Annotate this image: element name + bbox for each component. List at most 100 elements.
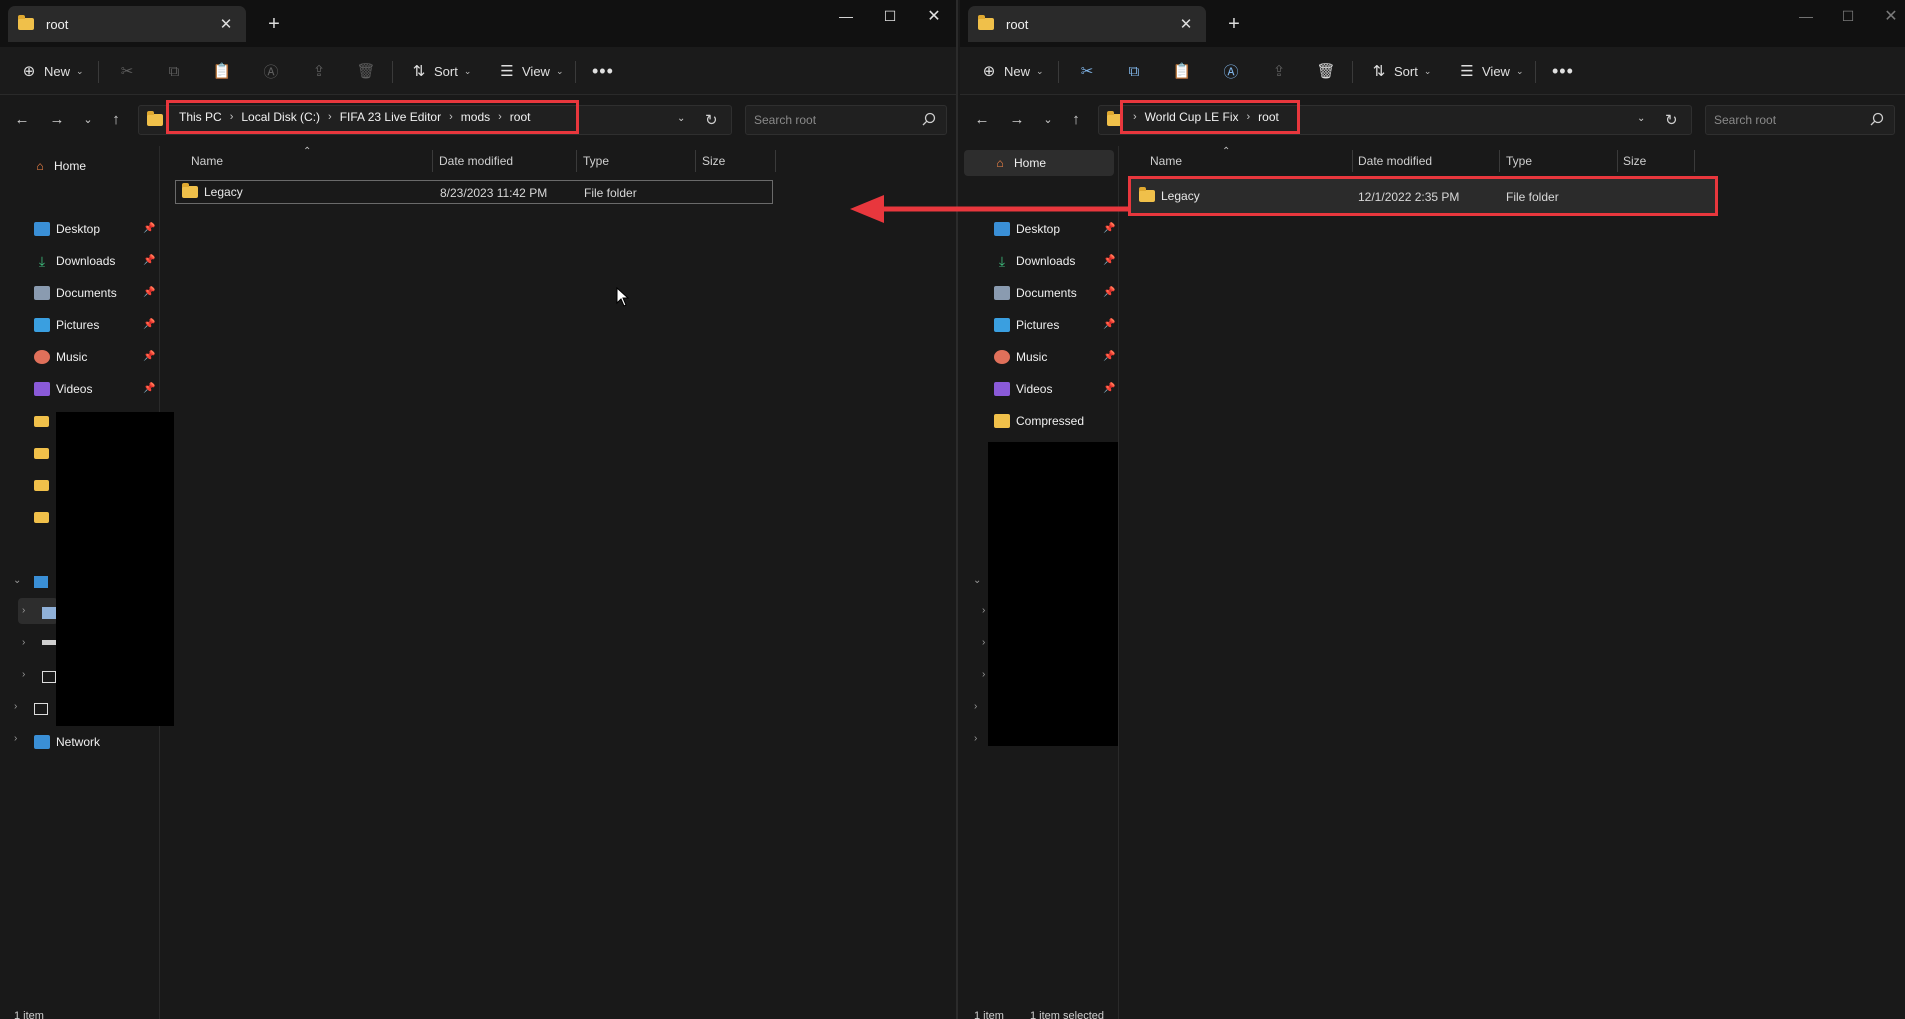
minimize-icon[interactable]: — [830, 4, 862, 28]
column-divider[interactable] [695, 150, 696, 172]
folder-icon[interactable] [34, 512, 49, 523]
breadcrumb-item-this-pc[interactable]: This PC [179, 110, 222, 124]
delete-button[interactable]: 🗑 [356, 57, 375, 85]
column-divider[interactable] [1694, 150, 1695, 172]
sidebar-item-documents[interactable]: Documents [34, 280, 117, 306]
pin-icon[interactable]: 📌 [1103, 351, 1115, 362]
folder-icon[interactable] [34, 480, 49, 491]
sidebar-item-music[interactable]: Music [34, 344, 87, 370]
column-header-type[interactable]: Type [583, 150, 609, 172]
chevron-right-icon[interactable]: › [14, 701, 17, 712]
window-close-icon[interactable]: ✕ [1875, 4, 1905, 28]
more-options-button[interactable]: ••• [592, 57, 614, 85]
breadcrumb-item-live-editor[interactable]: FIFA 23 Live Editor [340, 110, 441, 124]
sidebar-item-desktop[interactable]: Desktop [34, 216, 100, 242]
column-divider[interactable] [1352, 150, 1353, 172]
column-divider[interactable] [432, 150, 433, 172]
close-icon[interactable]: ✕ [216, 14, 236, 34]
drive-icon[interactable] [42, 671, 56, 683]
search-input[interactable]: Search root [745, 105, 947, 135]
chevron-right-icon[interactable]: › [982, 669, 985, 680]
tab-root[interactable]: root ✕ [8, 6, 246, 42]
recent-chevron-icon[interactable]: ⌄ [1038, 109, 1058, 129]
pin-icon[interactable]: 📌 [143, 255, 155, 266]
new-tab-icon[interactable]: + [262, 12, 286, 36]
maximize-icon[interactable]: ☐ [1832, 4, 1864, 28]
rename-button[interactable]: Ⓐ [262, 57, 280, 85]
new-button[interactable]: ⊕ New ⌄ [980, 57, 1044, 85]
pin-icon[interactable]: 📌 [1103, 287, 1115, 298]
up-icon[interactable]: ↑ [1066, 109, 1086, 129]
breadcrumb-item-world-cup-fix[interactable]: World Cup LE Fix [1145, 110, 1239, 124]
pin-icon[interactable]: 📌 [143, 287, 155, 298]
rename-button[interactable]: Ⓐ [1222, 57, 1240, 85]
breadcrumb-item-root[interactable]: root [510, 110, 531, 124]
window-close-icon[interactable]: ✕ [918, 4, 950, 28]
breadcrumb-item-mods[interactable]: mods [461, 110, 490, 124]
chevron-down-icon[interactable]: ⌄ [973, 575, 981, 586]
view-button[interactable]: ☰ View ⌄ [1458, 57, 1523, 85]
column-header-date[interactable]: Date modified [1358, 150, 1432, 172]
cut-button[interactable]: ✂ [1078, 57, 1096, 85]
breadcrumb-item-local-disk[interactable]: Local Disk (C:) [241, 110, 320, 124]
column-header-date[interactable]: Date modified [439, 150, 513, 172]
back-icon[interactable]: ← [12, 109, 32, 129]
column-header-name[interactable]: Name [1150, 150, 1182, 172]
refresh-icon[interactable]: ↻ [705, 111, 718, 129]
pin-icon[interactable]: 📌 [143, 351, 155, 362]
drive-icon[interactable] [42, 640, 56, 645]
breadcrumb-item-root[interactable]: root [1258, 110, 1279, 124]
chevron-down-icon[interactable]: ⌄ [13, 575, 21, 586]
forward-icon[interactable]: → [1007, 109, 1027, 129]
chevron-right-icon[interactable]: › [982, 605, 985, 616]
pin-icon[interactable]: 📌 [1103, 255, 1115, 266]
sidebar-item-videos[interactable]: Videos [34, 376, 92, 402]
view-button[interactable]: ☰ View ⌄ [498, 57, 563, 85]
chevron-right-icon[interactable]: › [974, 701, 977, 712]
drive-icon[interactable] [34, 703, 48, 715]
search-input[interactable]: Search root [1705, 105, 1895, 135]
cut-button[interactable]: ✂ [118, 57, 136, 85]
sidebar-item-videos[interactable]: Videos [994, 376, 1052, 402]
minimize-icon[interactable]: — [1790, 4, 1822, 28]
paste-button[interactable]: 📋 [213, 57, 232, 85]
table-row[interactable]: Legacy 8/23/2023 11:42 PM File folder [175, 180, 773, 204]
delete-button[interactable]: 🗑 [1316, 57, 1335, 85]
sidebar-item-music[interactable]: Music [994, 344, 1047, 370]
chevron-right-icon[interactable]: › [982, 637, 985, 648]
paste-button[interactable]: 📋 [1173, 57, 1192, 85]
sidebar-item-network[interactable]: Network [34, 729, 100, 755]
sort-button[interactable]: ⇅ Sort ⌄ [410, 57, 472, 85]
pin-icon[interactable]: 📌 [143, 319, 155, 330]
pin-icon[interactable]: 📌 [1103, 383, 1115, 394]
maximize-icon[interactable]: ☐ [874, 4, 906, 28]
column-divider[interactable] [576, 150, 577, 172]
share-button[interactable]: ⇪ [310, 57, 328, 85]
share-button[interactable]: ⇪ [1270, 57, 1288, 85]
sidebar-item-home[interactable]: ⌂ Home [32, 153, 86, 179]
column-header-type[interactable]: Type [1506, 150, 1532, 172]
column-header-size[interactable]: Size [702, 150, 725, 172]
this-pc-icon[interactable] [34, 576, 48, 588]
sidebar-item-pictures[interactable]: Pictures [34, 312, 99, 338]
pin-icon[interactable]: 📌 [1103, 319, 1115, 330]
sidebar-item-pictures[interactable]: Pictures [994, 312, 1059, 338]
back-icon[interactable]: ← [972, 109, 992, 129]
new-button[interactable]: ⊕ New ⌄ [20, 57, 84, 85]
chevron-down-icon[interactable]: ⌄ [677, 113, 685, 124]
new-tab-icon[interactable]: + [1222, 12, 1246, 36]
folder-icon[interactable] [34, 448, 49, 459]
sidebar-item-compressed[interactable]: Compressed [994, 408, 1084, 434]
column-header-size[interactable]: Size [1623, 150, 1646, 172]
chevron-right-icon[interactable]: › [22, 637, 25, 648]
sort-button[interactable]: ⇅ Sort ⌄ [1370, 57, 1432, 85]
sidebar-item-documents[interactable]: Documents [994, 280, 1077, 306]
column-divider[interactable] [1617, 150, 1618, 172]
chevron-down-icon[interactable]: ⌄ [1637, 113, 1645, 124]
column-divider[interactable] [775, 150, 776, 172]
chevron-right-icon[interactable]: › [22, 669, 25, 680]
tab-root[interactable]: root ✕ [968, 6, 1206, 42]
pin-icon[interactable]: 📌 [143, 383, 155, 394]
recent-chevron-icon[interactable]: ⌄ [78, 109, 98, 129]
chevron-right-icon[interactable]: › [22, 605, 25, 616]
